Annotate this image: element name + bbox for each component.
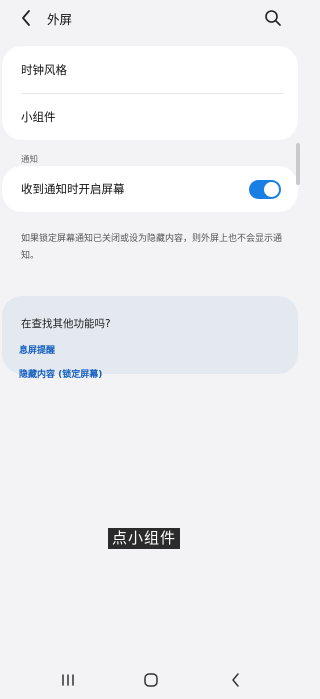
recent-apps-button[interactable] xyxy=(57,670,79,690)
toggle-knob xyxy=(264,182,279,197)
video-subtitle: 点小组件 xyxy=(108,528,181,549)
notification-toggle-label: 收到通知时开启屏幕 xyxy=(21,182,125,196)
display-settings-card: 时钟风格 小组件 xyxy=(2,46,298,140)
clock-style-label: 时钟风格 xyxy=(21,62,67,77)
clock-style-item[interactable]: 时钟风格 xyxy=(2,46,298,93)
home-button[interactable] xyxy=(140,670,162,690)
widgets-item[interactable]: 小组件 xyxy=(2,93,298,140)
app-header: 外屏 xyxy=(0,0,300,36)
widgets-label: 小组件 xyxy=(21,109,56,124)
recent-apps-icon xyxy=(62,674,74,686)
notification-note: 如果锁定屏幕通知已关闭或设为隐藏内容，则外屏上也不会显示通知。 xyxy=(21,234,283,261)
back-button[interactable] xyxy=(14,7,38,29)
suggestions-card: 在查找其他功能吗? xyxy=(2,296,298,374)
section-label-notifications: 通知 xyxy=(21,155,39,165)
notification-toggle-switch[interactable] xyxy=(249,180,281,199)
navigation-bar xyxy=(0,660,300,699)
search-button[interactable] xyxy=(262,7,284,29)
home-icon xyxy=(144,673,158,687)
search-icon xyxy=(265,10,281,26)
nav-back-button[interactable] xyxy=(225,670,247,690)
page-title: 外屏 xyxy=(47,12,73,27)
edge-handle[interactable] xyxy=(296,143,300,185)
chevron-left-icon xyxy=(22,10,30,26)
notification-card: 收到通知时开启屏幕 xyxy=(2,166,298,212)
hide-content-link[interactable]: 隐藏内容 (锁定屏幕) xyxy=(19,367,102,380)
suggestions-title: 在查找其他功能吗? xyxy=(21,318,111,330)
aod-link[interactable]: 息屏提醒 xyxy=(19,343,55,356)
back-icon xyxy=(232,673,239,687)
